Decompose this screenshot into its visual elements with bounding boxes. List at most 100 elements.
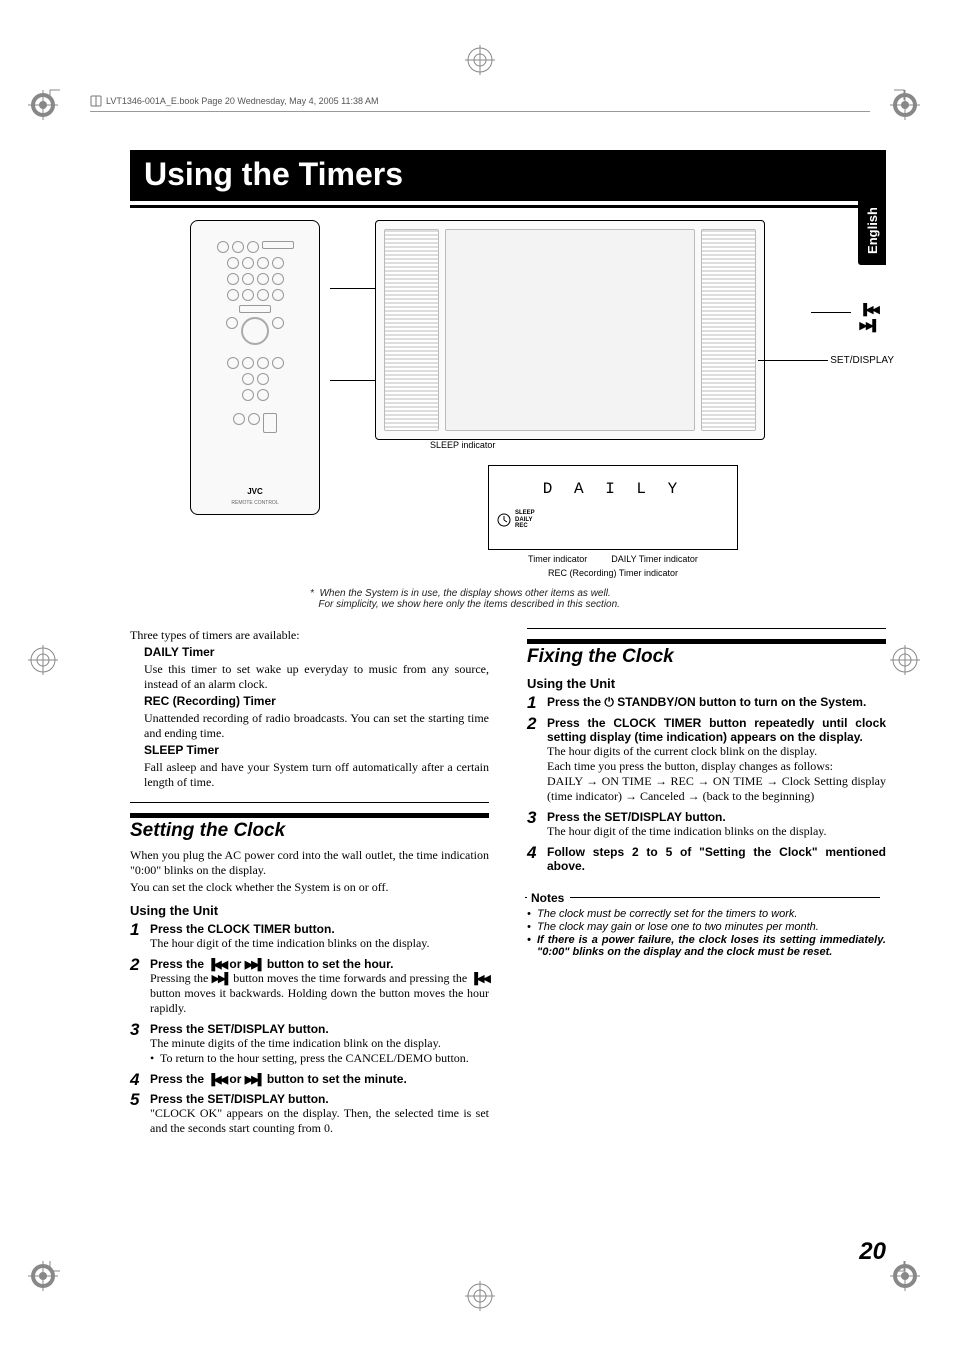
- remote-subtitle: REMOTE CONTROL: [231, 500, 278, 506]
- step: 1 Press the CLOCK TIMER button. The hour…: [130, 922, 489, 951]
- footnote-line1: When the System is in use, the display s…: [319, 588, 610, 599]
- next-track-icon: ▶▶▌: [245, 1073, 264, 1086]
- label-daily-timer-indicator: DAILY Timer indicator: [611, 554, 698, 564]
- registration-mark-icon: [465, 45, 495, 75]
- lcd-panel: D A I L Y SLEEP DAILY REC: [488, 465, 738, 550]
- power-icon: ⏻: [604, 695, 614, 709]
- right-column: Fixing the Clock Using the Unit 1 Press …: [527, 628, 886, 1142]
- step-number: 4: [527, 843, 536, 863]
- setting-p2: You can set the clock whether the System…: [130, 880, 489, 895]
- heading-using-unit-l: Using the Unit: [130, 903, 489, 918]
- page-content: Using the Timers JVC REMOTE CONTROL: [130, 150, 886, 1142]
- registration-mark-icon: [890, 645, 920, 675]
- lcd-ind-sleep: SLEEP: [515, 510, 535, 517]
- remote-brand: JVC: [247, 487, 263, 496]
- header-bookline: LVT1346-001A_E.book Page 20 Wednesday, M…: [90, 95, 870, 112]
- step-head: Press the ⏻ STANDBY/ON button to turn on…: [547, 695, 886, 710]
- step-head: Press the SET/DISPLAY button.: [150, 1022, 489, 1036]
- heading-fixing-clock: Fixing the Clock: [527, 639, 886, 668]
- step-body: The minute digits of the time indication…: [150, 1036, 489, 1051]
- prev-track-icon: ▐◀◀: [859, 303, 878, 316]
- daily-title: DAILY Timer: [144, 645, 489, 660]
- prev-track-icon: ▐◀◀: [207, 958, 226, 971]
- step-head: Press the ▐◀◀ or ▶▶▌ button to set the h…: [150, 957, 489, 971]
- step-number: 3: [527, 808, 536, 828]
- note-item: The clock may gain or lose one to two mi…: [527, 921, 886, 933]
- step: 4 Follow steps 2 to 5 of "Setting the Cl…: [527, 845, 886, 873]
- step-body: The hour digits of the current clock bli…: [547, 744, 886, 759]
- note-item: The clock must be correctly set for the …: [527, 908, 886, 920]
- label-prev-next: ▐◀◀ ▶▶▌: [859, 300, 878, 332]
- registration-mark-icon: [465, 1281, 495, 1311]
- label-set-display: SET/DISPLAY: [830, 355, 894, 366]
- step: 3 Press the SET/DISPLAY button. The minu…: [130, 1022, 489, 1066]
- step-body: Pressing the ▶▶▌ button moves the time f…: [150, 971, 489, 1016]
- sleep-title: SLEEP Timer: [144, 743, 489, 758]
- rec-title: REC (Recording) Timer: [144, 694, 489, 709]
- bookline-text: LVT1346-001A_E.book Page 20 Wednesday, M…: [106, 96, 379, 106]
- step-number: 1: [527, 693, 536, 713]
- step-head: Follow steps 2 to 5 of "Setting the Cloc…: [547, 845, 886, 873]
- book-icon: [90, 95, 102, 107]
- crop-mark-icon: [894, 80, 914, 100]
- step-number: 4: [130, 1070, 139, 1090]
- setting-p1: When you plug the AC power cord into the…: [130, 848, 489, 878]
- step-head: Press the ▐◀◀ or ▶▶▌ button to set the m…: [150, 1072, 489, 1086]
- next-track-icon: ▶▶▌: [211, 972, 230, 985]
- figure-row: JVC REMOTE CONTROL SLEEP CLOCK TIMER SET…: [190, 220, 886, 578]
- heading-using-unit-r: Using the Unit: [527, 676, 886, 691]
- step-body: The hour digit of the time indication bl…: [547, 824, 886, 839]
- setting-steps: 1 Press the CLOCK TIMER button. The hour…: [130, 922, 489, 1136]
- page-title: Using the Timers: [130, 150, 886, 201]
- next-track-icon: ▶▶▌: [245, 958, 264, 971]
- step: 2 Press the ▐◀◀ or ▶▶▌ button to set the…: [130, 957, 489, 1016]
- step: 3 Press the SET/DISPLAY button. The hour…: [527, 810, 886, 839]
- left-column: Three types of timers are available: DAI…: [130, 628, 489, 1142]
- registration-mark-icon: [28, 645, 58, 675]
- body-columns: Three types of timers are available: DAI…: [130, 628, 886, 1142]
- lcd-display-text: D A I L Y: [489, 480, 737, 498]
- page-number: 20: [859, 1238, 886, 1266]
- step-body: Each time you press the button, display …: [547, 759, 886, 774]
- lcd-ind-rec: REC: [515, 523, 535, 530]
- step-number: 3: [130, 1020, 139, 1040]
- prev-track-icon: ▐◀◀: [470, 972, 489, 985]
- lcd-ind-daily: DAILY: [515, 517, 535, 524]
- footnote-star: *: [310, 588, 314, 599]
- rec-body: Unattended recording of radio broadcasts…: [144, 711, 489, 741]
- crop-mark-icon: [894, 1261, 914, 1281]
- notes-list: The clock must be correctly set for the …: [527, 908, 886, 958]
- step: 2 Press the CLOCK TIMER button repeatedl…: [527, 716, 886, 804]
- next-track-icon: ▶▶▌: [859, 319, 878, 332]
- step-head: Press the SET/DISPLAY button.: [150, 1092, 489, 1106]
- step-head: Press the CLOCK TIMER button repeatedly …: [547, 716, 886, 744]
- step-body: The hour digit of the time indication bl…: [150, 936, 489, 951]
- prev-track-icon: ▐◀◀: [207, 1073, 226, 1086]
- step: 4 Press the ▐◀◀ or ▶▶▌ button to set the…: [130, 1072, 489, 1086]
- intro-lead: Three types of timers are available:: [130, 628, 489, 643]
- daily-body: Use this timer to set wake up everyday t…: [144, 662, 489, 692]
- footnote-line2: For simplicity, we show here only the it…: [318, 599, 620, 610]
- crop-mark-icon: [40, 80, 60, 100]
- label-timer-indicator: Timer indicator: [528, 554, 587, 564]
- title-underline: [130, 205, 886, 208]
- step-number: 5: [130, 1090, 139, 1110]
- crop-mark-icon: [40, 1261, 60, 1281]
- label-rec-timer-indicator: REC (Recording) Timer indicator: [340, 568, 886, 578]
- label-sleep-indicator: SLEEP indicator: [340, 440, 886, 450]
- system-diagram: [375, 220, 765, 440]
- step-bullet: To return to the hour setting, press the…: [150, 1051, 489, 1066]
- note-item: If there is a power failure, the clock l…: [527, 934, 886, 958]
- figure-footnote: * When the System is in use, the display…: [310, 588, 886, 610]
- remote-diagram: JVC REMOTE CONTROL: [190, 220, 320, 515]
- clock-icon: [497, 513, 511, 527]
- step-head: Press the SET/DISPLAY button.: [547, 810, 886, 824]
- step: 1 Press the ⏻ STANDBY/ON button to turn …: [527, 695, 886, 710]
- notes-heading: Notes: [527, 889, 570, 905]
- fixing-steps: 1 Press the ⏻ STANDBY/ON button to turn …: [527, 695, 886, 873]
- step-number: 1: [130, 920, 139, 940]
- leader-line: [758, 360, 828, 361]
- step-sequence: DAILY → ON TIME → REC → ON TIME → Clock …: [547, 774, 886, 804]
- step-body: "CLOCK OK" appears on the display. Then,…: [150, 1106, 489, 1136]
- step: 5 Press the SET/DISPLAY button. "CLOCK O…: [130, 1092, 489, 1136]
